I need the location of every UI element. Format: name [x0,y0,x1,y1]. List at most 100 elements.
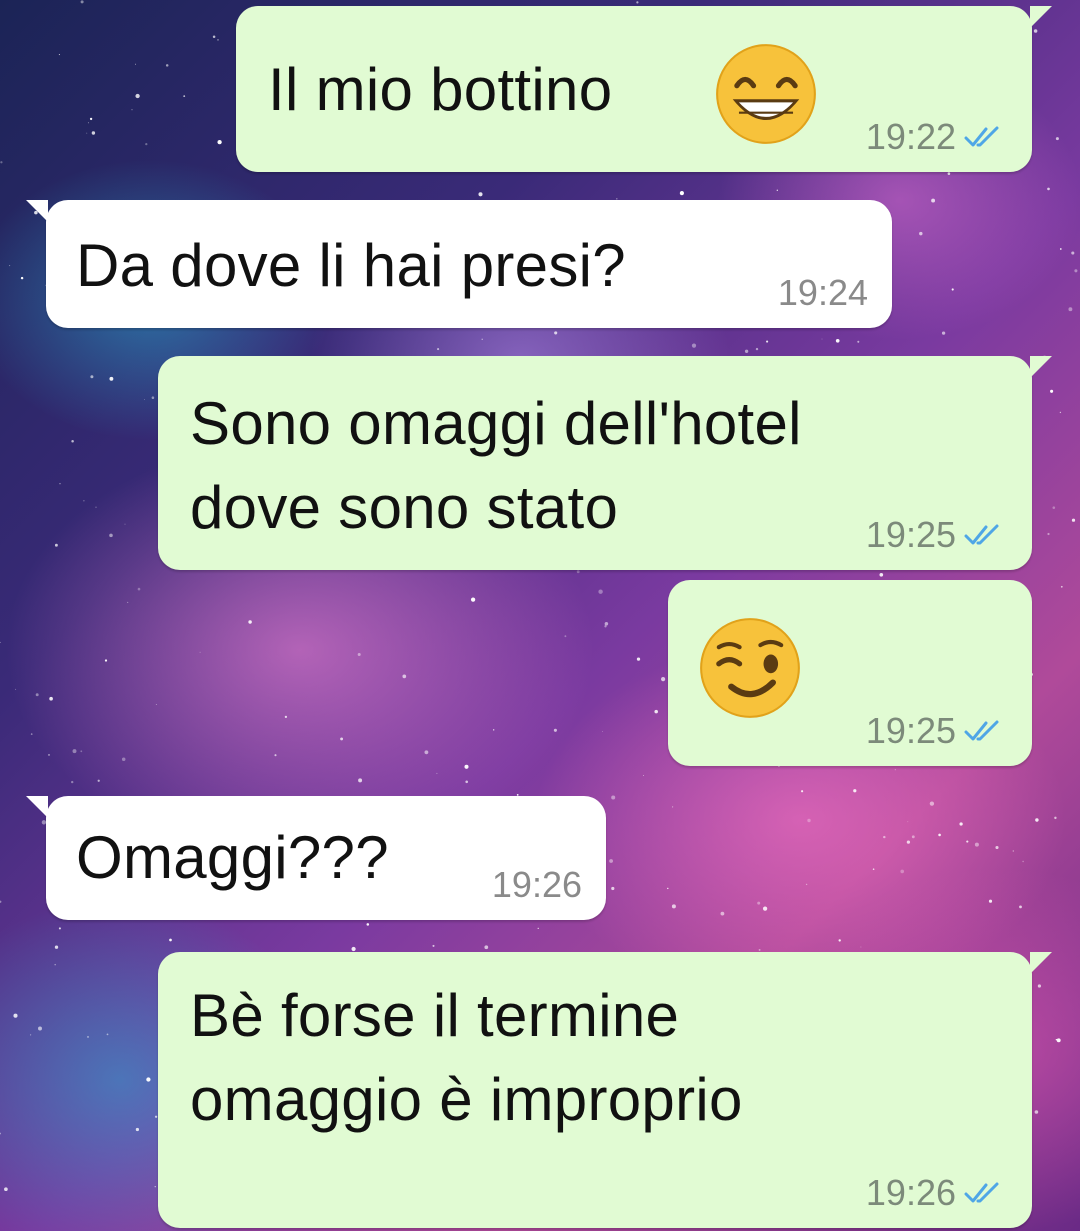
star [0,161,3,164]
star [1022,860,1024,863]
star [1033,29,1038,33]
star [484,945,489,950]
star [672,806,674,808]
star [1068,307,1073,312]
star [1055,1038,1058,1041]
star [941,331,946,335]
star [1047,187,1050,191]
star [154,1186,156,1188]
star [883,835,886,839]
star [911,835,915,839]
star [358,778,363,783]
star [436,772,438,774]
star [20,276,24,280]
star [766,340,769,343]
star [155,703,157,706]
star [4,1187,8,1192]
star [564,635,567,638]
winking-face-icon [700,618,800,718]
star [493,729,495,731]
star [1052,506,1056,509]
star [0,1132,2,1135]
message-time: 19:26 [491,864,582,905]
message-meta: 19:24 [778,272,868,314]
message-bubble-outgoing[interactable]: 19:25 [668,580,1032,766]
bubble-tail [26,200,48,222]
star [248,620,252,624]
star [919,231,923,236]
star [145,142,148,146]
star [857,340,860,343]
star [402,674,407,679]
star [91,131,96,135]
message-meta: 19:26 [866,1172,1004,1214]
message-meta: 19:22 [866,116,1004,158]
message-bubble-outgoing[interactable]: Il mio bottino 19:22 [236,6,1052,172]
star [106,1033,109,1036]
star [137,587,141,591]
star [609,859,613,863]
double-check-icon [964,720,999,741]
star [146,1077,151,1082]
message-bubble-outgoing[interactable]: Sono omaggi dell'hotel dove sono stato 1… [158,356,1052,570]
star [838,939,841,942]
star [1056,1038,1061,1043]
message-text: Bè forse il termine omaggio è improprio [190,982,743,1133]
message-bubble-incoming[interactable]: Da dove li hai presi? 19:24 [26,200,892,328]
star [432,944,435,947]
star [966,840,969,843]
star [109,376,114,381]
star [744,349,749,353]
message-time: 19:25 [865,514,956,555]
star [1050,389,1054,393]
star [667,887,669,890]
star [86,132,88,134]
star [554,331,558,335]
star [49,696,53,701]
double-check-icon [964,524,999,545]
star [284,715,288,719]
star [959,822,963,826]
star [199,651,201,653]
star [1035,818,1039,822]
star [938,833,941,837]
star [90,375,94,379]
star [1071,251,1075,255]
star [89,117,93,121]
star [30,1034,32,1036]
message-bubble-outgoing[interactable]: Bè forse il termine omaggio è improprio … [158,952,1052,1228]
message-bubble-incoming[interactable]: Omaggi??? 19:26 [26,796,606,920]
star [1055,137,1059,141]
star [720,911,725,916]
message-meta: 19:26 [492,864,582,906]
star [357,652,361,657]
star [478,192,483,197]
message-time: 19:22 [865,116,956,157]
star [58,54,60,56]
star [679,191,684,196]
star [151,396,155,399]
star [1012,850,1014,852]
star [154,1115,158,1118]
message-time: 19:26 [865,1172,956,1213]
star [1047,532,1050,536]
bubble-tail [1030,952,1052,974]
message-text: Il mio bottino [268,56,613,123]
star [59,483,61,485]
star [860,946,862,948]
star [97,779,100,782]
star [9,265,11,267]
star [135,93,140,99]
message-text: Omaggi??? [76,824,389,891]
message-time: 19:24 [777,272,868,313]
star [131,109,133,111]
star [1019,905,1022,909]
star [601,731,603,733]
star [217,139,222,145]
bubble-tail [1030,356,1052,378]
star [13,1013,18,1018]
star [1059,411,1062,414]
star [1060,585,1063,588]
star [481,338,483,340]
grinning-face-icon [716,44,816,144]
